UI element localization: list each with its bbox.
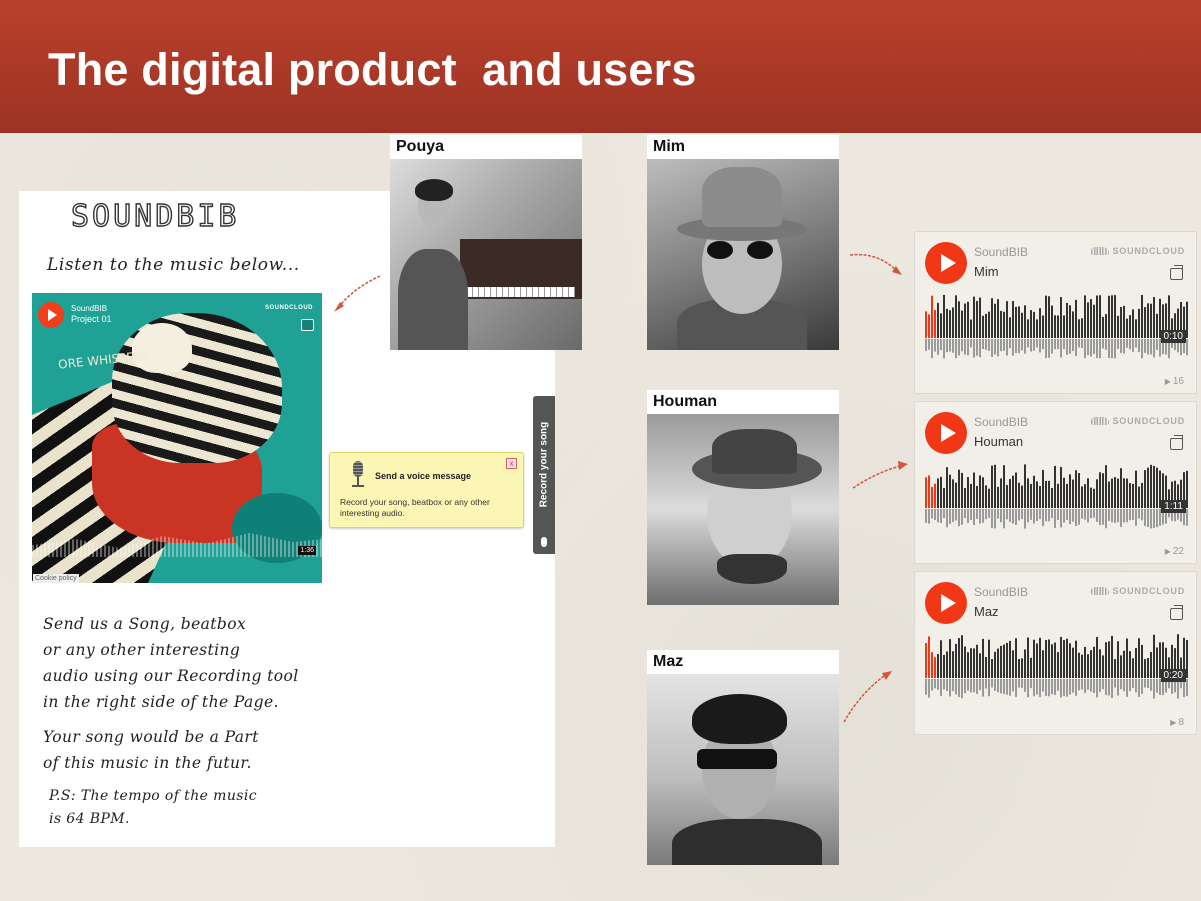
send-line: audio using our Recording tool (43, 667, 299, 685)
widget-time: 1:11 (1161, 500, 1186, 513)
arrow-maz-to-widget (843, 671, 892, 723)
future-line: Your song would be a Part (43, 728, 259, 746)
player-meta: SoundBIB Project 01 (71, 304, 112, 324)
soundcloud-icon (1090, 587, 1109, 595)
send-line: in the right side of the Page. (43, 693, 279, 711)
arrow-houman-to-widget (852, 461, 908, 489)
waveform[interactable] (925, 632, 1188, 707)
player-play-button[interactable] (38, 302, 64, 328)
player-track: Project 01 (71, 314, 112, 324)
play-count-icon: ▶ (1164, 377, 1171, 386)
soundcloud-brand: SOUNDCLOUD (1090, 246, 1186, 256)
slide-title: The digital product and users (48, 44, 697, 95)
photo-image (647, 159, 839, 350)
microphone-icon (350, 461, 366, 487)
user-photo-houman: Houman (647, 390, 839, 605)
soundcloud-icon (1090, 247, 1109, 255)
play-button[interactable] (925, 412, 967, 454)
title-banner: The digital product and users (0, 0, 1201, 133)
play-count: ▶ 22 (1165, 546, 1184, 557)
share-icon[interactable] (1170, 605, 1183, 620)
send-line: or any other interesting (43, 641, 241, 659)
user-photo-maz: Maz (647, 650, 839, 865)
send-line: Send us a Song, beatbox (43, 615, 247, 633)
embedded-player: ORE WHISPERS SoundBIB Project 01 SOUNDCL… (32, 293, 322, 583)
arrow-pouya-to-player (334, 275, 381, 312)
send-text: Send us a Song, beatbox or any other int… (43, 611, 299, 715)
user-name: Maz (653, 653, 684, 670)
voice-title: Send a voice message (375, 471, 472, 481)
brand-label: SOUNDCLOUD (1112, 586, 1185, 596)
soundcloud-brand: SOUNDCLOUD (1090, 586, 1186, 596)
brand-label: SOUNDCLOUD (1112, 416, 1185, 426)
play-count-icon: ▶ (1170, 718, 1177, 727)
soundcloud-brand: SOUNDCLOUD (1090, 416, 1186, 426)
photo-image (390, 159, 582, 350)
play-count-value: 22 (1172, 546, 1184, 557)
listen-text: Listen to the music below... (47, 255, 300, 275)
future-text: Your song would be a Part of this music … (43, 724, 259, 776)
ps-line: P.S: The tempo of the music (49, 788, 257, 804)
soundcloud-widget-mim: SoundBIB Mim SOUNDCLOUD 0:10 ▶ 16 (914, 231, 1197, 394)
user-photo-pouya: Pouya (390, 135, 582, 350)
record-song-label: Record your song (538, 421, 550, 508)
play-count-icon: ▶ (1164, 547, 1171, 556)
play-count: ▶ 8 (1170, 717, 1184, 728)
photo-image (647, 674, 839, 865)
user-photo-mim: Mim (647, 135, 839, 350)
widget-user: SoundBIB (974, 415, 1029, 429)
arrow-mim-to-widget (849, 253, 902, 275)
player-brand: SOUNDCLOUD (265, 305, 313, 311)
soundbib-logo: SOUNDBIB (70, 198, 240, 234)
close-icon[interactable]: x (506, 458, 517, 469)
play-count: ▶ 16 (1165, 376, 1184, 387)
widget-user: SoundBIB (974, 245, 1029, 259)
voice-body: Record your song, beatbox or any other i… (340, 497, 490, 518)
play-count-value: 8 (1178, 717, 1184, 728)
player-time: 1:36 (298, 546, 316, 555)
widget-time: 0:20 (1160, 669, 1186, 682)
share-icon[interactable] (1170, 435, 1183, 450)
widget-track[interactable]: Mim (974, 264, 999, 279)
mic-icon (541, 537, 547, 547)
player-user: SoundBIB (71, 304, 108, 313)
soundcloud-widget-houman: SoundBIB Houman SOUNDCLOUD 1:11 ▶ 22 (914, 401, 1197, 564)
play-count-value: 16 (1172, 376, 1184, 387)
soundcloud-widget-maz: SoundBIB Maz SOUNDCLOUD 0:20 ▶ 8 (914, 571, 1197, 735)
ps-text: P.S: The tempo of the music is 64 BPM. (49, 785, 257, 831)
user-name: Pouya (396, 138, 445, 155)
ps-line: is 64 BPM. (49, 811, 130, 827)
voice-message-popup: Send a voice message x Record your song,… (329, 452, 524, 528)
widget-track[interactable]: Maz (974, 604, 999, 619)
brand-label: SOUNDCLOUD (1112, 246, 1185, 256)
waveform[interactable] (925, 292, 1188, 367)
waveform[interactable] (925, 462, 1188, 537)
record-song-button[interactable]: Record your song (533, 396, 555, 554)
player-share-icon[interactable] (301, 319, 314, 331)
share-icon[interactable] (1170, 265, 1183, 280)
widget-track[interactable]: Houman (974, 434, 1023, 449)
soundcloud-icon (1090, 417, 1109, 425)
user-name: Houman (653, 393, 717, 410)
widget-user: SoundBIB (974, 585, 1029, 599)
user-name: Mim (653, 138, 685, 155)
future-line: of this music in the futur. (43, 754, 252, 772)
play-button[interactable] (925, 242, 967, 284)
cookie-policy-link[interactable]: Cookie policy (33, 574, 79, 583)
photo-image (647, 414, 839, 605)
play-button[interactable] (925, 582, 967, 624)
widget-time: 0:10 (1160, 330, 1186, 343)
